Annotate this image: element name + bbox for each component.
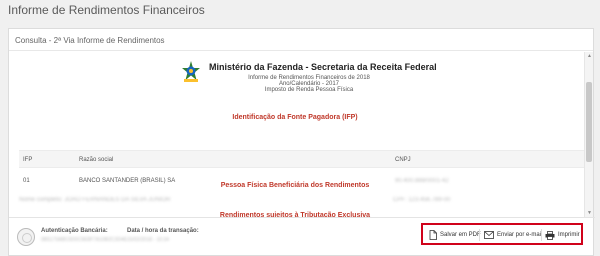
print-button[interactable]: Imprimir: [545, 228, 580, 242]
pdf-file-icon: [429, 230, 437, 240]
send-email-label: Enviar por e-mail: [497, 232, 543, 238]
document-viewer[interactable]: Ministério da Fazenda - Secretaria da Re…: [9, 52, 585, 217]
col-cnpj: CNPJ: [395, 157, 411, 163]
auth-label: Autenticação Bancária:: [41, 228, 108, 234]
send-email-button[interactable]: Enviar por e-mail: [484, 228, 542, 242]
report-card: Consulta - 2ª Via Informe de Rendimentos…: [8, 28, 595, 256]
scroll-thumb[interactable]: [586, 82, 592, 162]
save-pdf-label: Salvar em PDF: [440, 232, 481, 238]
beneficiary-name: Nome completo: JOAO FERNANDES DA SILVA J…: [19, 197, 171, 203]
print-label: Imprimir: [558, 232, 580, 238]
datetime-label: Data / hora da transação:: [127, 228, 199, 234]
col-ifp: IFP: [23, 157, 33, 163]
card-title: Consulta - 2ª Via Informe de Rendimentos: [9, 29, 593, 51]
page-title: Informe de Rendimentos Financeiros: [8, 3, 205, 17]
section-beneficiary: Pessoa Física Beneficiária dos Rendiment…: [220, 182, 370, 189]
document-scrollbar[interactable]: ▲ ▼: [584, 52, 593, 217]
envelope-icon: [484, 231, 494, 239]
printer-icon: [545, 230, 555, 240]
col-razao-social: Razão social: [79, 157, 114, 163]
section-paying-source: Identificação da Fonte Pagadora (IFP): [232, 114, 358, 121]
save-pdf-button[interactable]: Salvar em PDF: [429, 228, 481, 242]
document-header: Ministério da Fazenda - Secretaria da Re…: [179, 58, 439, 98]
action-bar: Salvar em PDF Enviar por e-mail Imprimir: [421, 223, 583, 245]
beneficiary-cpf: CPF: 123.456.789-00: [393, 197, 451, 203]
datetime-value: 15/02/2018 - 10:34: [127, 237, 169, 243]
divider: [479, 229, 480, 241]
scroll-down-icon[interactable]: ▼: [585, 209, 594, 217]
divider: [541, 229, 542, 241]
document-tax-type: Imposto de Renda Pessoa Física: [264, 87, 354, 93]
seal-icon: [17, 228, 35, 246]
scroll-up-icon[interactable]: ▲: [585, 52, 594, 60]
auth-value: 0B5170ABC0D0C9E8F7A10B2C3D4E: [41, 237, 128, 243]
ministry-title: Ministério da Fazenda - Secretaria da Re…: [209, 62, 437, 72]
table-header: IFP Razão social CNPJ: [19, 150, 585, 168]
